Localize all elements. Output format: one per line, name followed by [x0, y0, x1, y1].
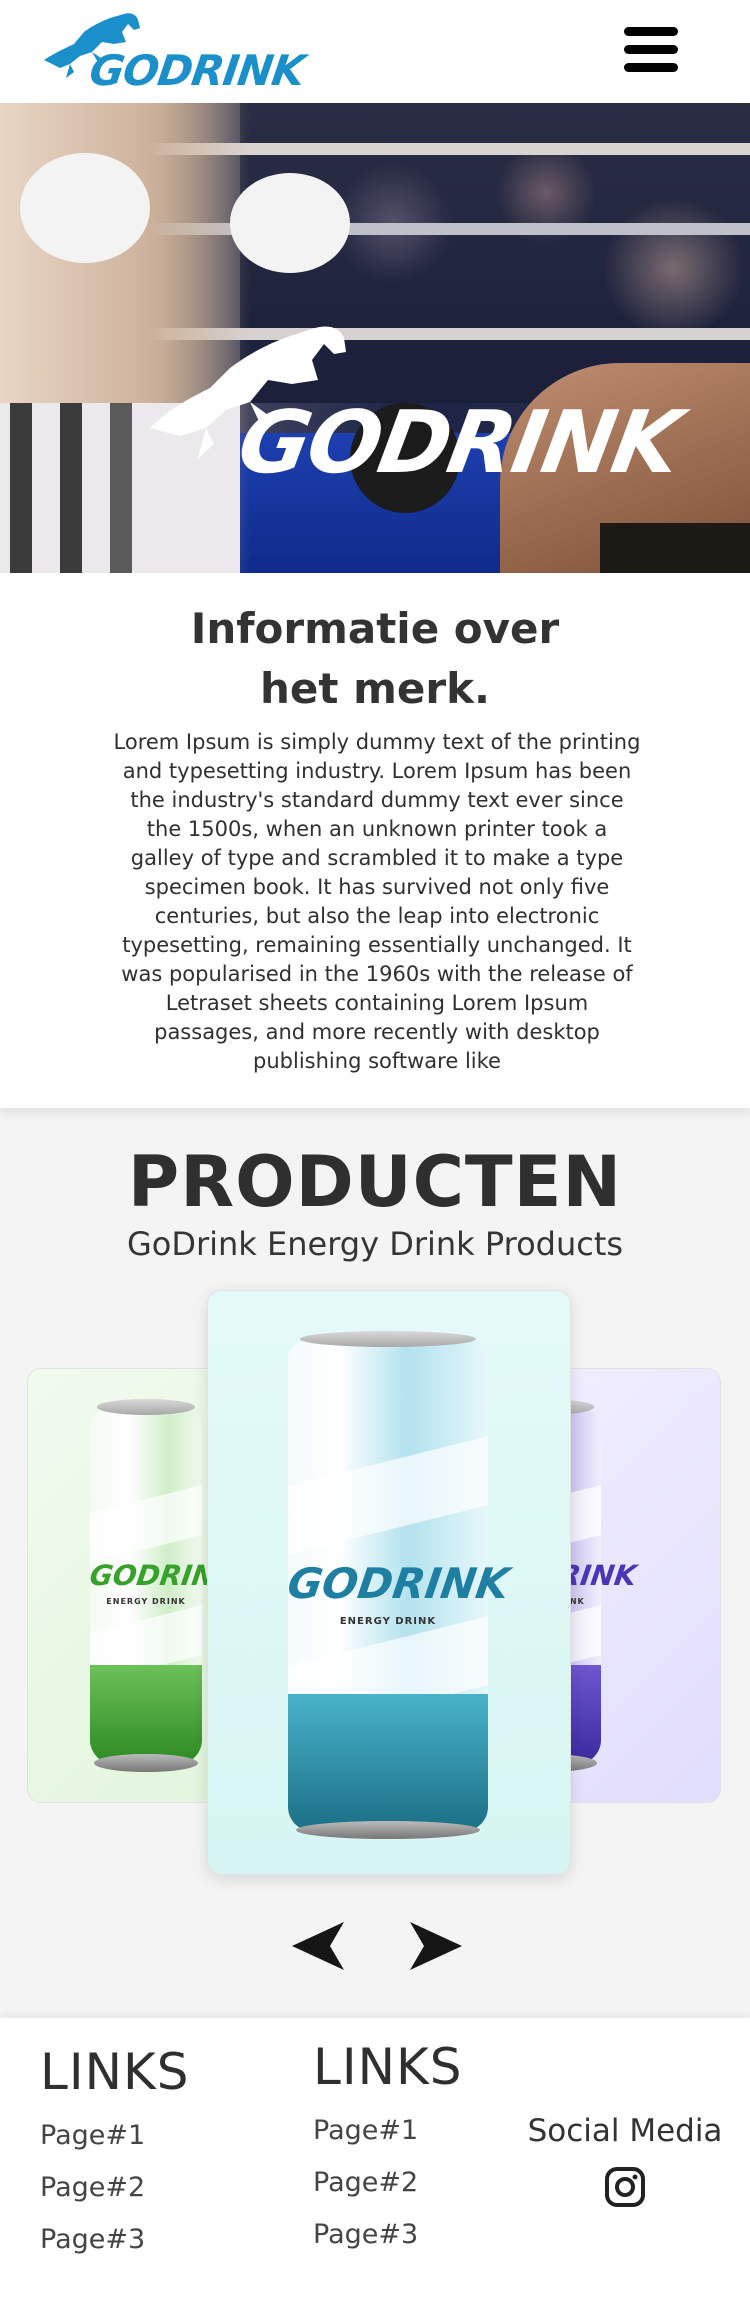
hero-wordmark: GODRINK [231, 393, 687, 493]
product-card-green[interactable]: GODRINK ENERGY DRINK [27, 1368, 227, 1803]
carousel-prev-button[interactable] [290, 1920, 346, 1972]
footer-link-page1[interactable]: Page#1 [40, 2110, 190, 2162]
product-tag: ENERGY DRINK [106, 1597, 186, 1606]
site-header: GODRINK [0, 0, 750, 103]
blue-can-image: GODRINK ENERGY DRINK [285, 1331, 512, 1839]
info-title-line2: het merk. [260, 664, 490, 713]
social-media-section: Social Media [520, 2108, 730, 2212]
products-subtitle: GoDrink Energy Drink Products [126, 1225, 624, 1263]
hero-banner: GODRINK [0, 103, 750, 573]
hamburger-menu-icon[interactable] [624, 27, 678, 73]
product-tag: ENERGY DRINK [339, 1616, 437, 1627]
footer-link-page2[interactable]: Page#2 [313, 2157, 463, 2209]
product-card-blue[interactable]: GODRINK ENERGY DRINK [207, 1290, 571, 1875]
footer-links-column-1: LINKS Page#1 Page#2 Page#3 [40, 2042, 190, 2266]
product-brand: GODRINK [87, 1559, 227, 1592]
brand-logo[interactable]: GODRINK [40, 8, 307, 96]
info-body: Lorem Ipsum is simply dummy text of the … [113, 730, 641, 1073]
logo-wordmark: GODRINK [86, 46, 308, 95]
social-media-label: Social Media [527, 2113, 723, 2149]
arrow-right-icon [410, 1922, 462, 1970]
brand-info-section: Informatie over het merk. Lorem Ipsum is… [0, 573, 750, 1108]
footer-link-page3[interactable]: Page#3 [313, 2209, 463, 2261]
info-title: Informatie over het merk. [120, 599, 630, 719]
footer-link-page1[interactable]: Page#1 [313, 2105, 463, 2157]
instagram-icon[interactable] [604, 2166, 646, 2208]
carousel-next-button[interactable] [408, 1920, 464, 1972]
footer-links-title: LINKS [40, 2043, 190, 2101]
green-can-image: GODRINK ENERGY DRINK [87, 1399, 227, 1772]
products-title: PRODUCTEN [127, 1141, 623, 1223]
site-footer: LINKS Page#1 Page#2 Page#3 LINKS Page#1 … [0, 2018, 750, 2303]
footer-links-title: LINKS [313, 2038, 463, 2096]
arrow-left-icon [292, 1922, 344, 1970]
info-title-line1: Informatie over [190, 604, 560, 653]
footer-link-page3[interactable]: Page#3 [40, 2214, 190, 2266]
product-brand: GODRINK [284, 1559, 513, 1608]
footer-links-column-2: LINKS Page#1 Page#2 Page#3 [313, 2037, 463, 2261]
footer-link-page2[interactable]: Page#2 [40, 2162, 190, 2214]
